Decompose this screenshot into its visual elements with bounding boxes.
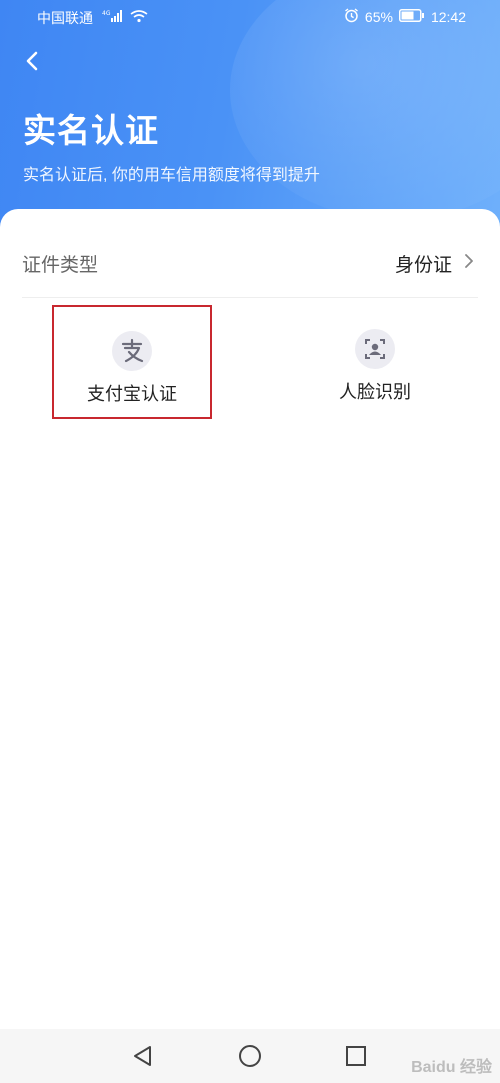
nav-back-button[interactable] bbox=[130, 1043, 156, 1069]
alipay-icon bbox=[112, 331, 152, 371]
chevron-left-icon bbox=[26, 51, 38, 71]
carrier-name: 中国联通 bbox=[37, 10, 93, 26]
page-subtitle: 实名认证后, 你的用车信用额度将得到提升 bbox=[23, 167, 320, 184]
triangle-back-icon bbox=[134, 1046, 151, 1066]
document-type-row[interactable]: 证件类型 身份证 bbox=[22, 209, 478, 298]
battery-percent: 65% bbox=[364, 9, 393, 25]
alipay-auth-option[interactable]: 支付宝认证 bbox=[52, 305, 212, 419]
system-navigation-bar: Baidu 经验 bbox=[0, 1029, 500, 1083]
square-recents-icon bbox=[346, 1046, 366, 1066]
face-scan-icon bbox=[355, 329, 395, 369]
back-button[interactable] bbox=[18, 46, 48, 76]
nav-recents-button[interactable] bbox=[343, 1043, 369, 1069]
document-type-label: 证件类型 bbox=[22, 255, 99, 276]
signal-icon: 4G bbox=[102, 9, 128, 26]
header-banner: 中国联通 4G 65% 12:42 实名认证 实名认证后, 你的用车信用额度将得… bbox=[0, 0, 500, 240]
page-title: 实名认证 bbox=[23, 112, 159, 149]
clock-time: 12:42 bbox=[430, 9, 466, 25]
network-type: 4G bbox=[102, 10, 111, 17]
wifi-icon bbox=[130, 10, 148, 26]
face-recognition-option[interactable]: 人脸识别 bbox=[295, 305, 455, 419]
status-bar: 中国联通 4G 65% 12:42 bbox=[0, 0, 500, 34]
content-card: 证件类型 身份证 支付宝认证 人脸识别 bbox=[0, 209, 500, 1083]
alarm-icon bbox=[344, 8, 359, 26]
face-recognition-label: 人脸识别 bbox=[339, 382, 411, 402]
chevron-right-icon bbox=[465, 254, 473, 268]
battery-icon bbox=[398, 9, 425, 25]
circle-home-icon bbox=[239, 1045, 261, 1067]
watermark: Baidu 经验 bbox=[411, 1059, 492, 1076]
document-type-value: 身份证 bbox=[394, 255, 452, 276]
nav-home-button[interactable] bbox=[237, 1043, 263, 1069]
alipay-auth-label: 支付宝认证 bbox=[87, 384, 177, 404]
